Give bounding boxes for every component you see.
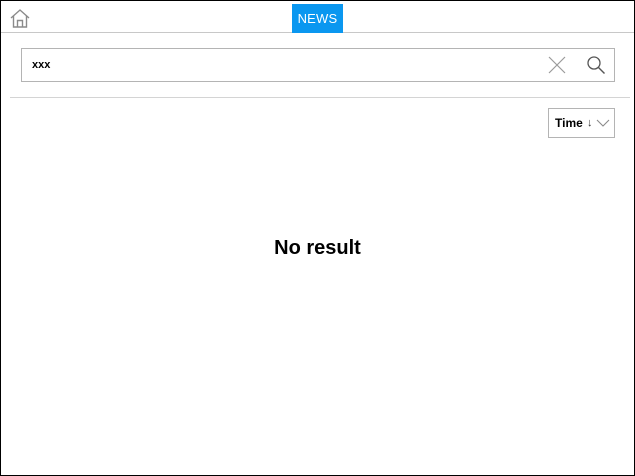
- empty-results-message: No result: [274, 237, 361, 259]
- divider: [10, 97, 630, 98]
- home-icon: [10, 9, 30, 28]
- app-window: NEWS Time ↓ No result: [0, 0, 635, 476]
- home-button[interactable]: [9, 7, 31, 29]
- clear-search-button[interactable]: [547, 55, 567, 75]
- search-box: [21, 48, 615, 82]
- sort-label: Time: [555, 116, 583, 130]
- top-bar: NEWS: [1, 1, 634, 33]
- sort-direction-indicator: ↓: [587, 117, 593, 129]
- chevron-down-icon: [596, 119, 610, 127]
- search-button[interactable]: [585, 54, 607, 76]
- close-icon: [548, 56, 566, 74]
- search-icon: [587, 56, 605, 74]
- search-input[interactable]: [32, 49, 532, 81]
- tab-news[interactable]: NEWS: [292, 4, 343, 33]
- sort-dropdown[interactable]: Time ↓: [548, 108, 615, 138]
